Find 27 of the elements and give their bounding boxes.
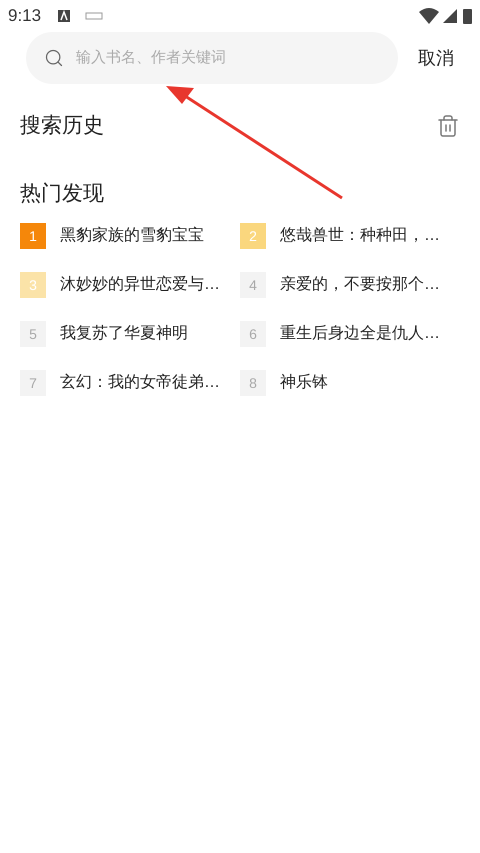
status-time: 9:13 — [8, 5, 42, 28]
search-field[interactable]: 输入书名、作者关键词 — [26, 32, 398, 84]
rank-badge: 7 — [20, 370, 46, 396]
rank-badge: 8 — [240, 370, 266, 396]
cancel-button[interactable]: 取消 — [418, 44, 454, 72]
rank-badge: 6 — [240, 321, 266, 347]
trash-button[interactable] — [436, 114, 460, 138]
rank-badge: 3 — [20, 272, 46, 298]
signal-icon — [443, 9, 457, 23]
section-title: 搜索历史 — [20, 113, 104, 139]
rank-badge: 4 — [240, 272, 266, 298]
search-icon — [44, 48, 64, 68]
rank-badge: 2 — [240, 223, 266, 249]
section-title: 热门发现 — [20, 182, 104, 204]
rank-badge: 1 — [20, 223, 46, 249]
search-input[interactable]: 输入书名、作者关键词 — [76, 46, 380, 70]
book-title[interactable]: 神乐钵 — [280, 371, 328, 395]
wifi-icon — [419, 8, 439, 24]
book-title[interactable]: 我复苏了华夏神明 — [60, 322, 188, 346]
book-title[interactable]: 悠哉兽世：种种田，… — [280, 224, 440, 248]
book-title[interactable]: 沐妙妙的异世恋爱与… — [60, 273, 220, 297]
rank-badge: 5 — [20, 321, 46, 347]
book-title[interactable]: 玄幻：我的女帝徒弟… — [60, 371, 220, 395]
book-title[interactable]: 亲爱的，不要按那个… — [280, 273, 440, 297]
book-title[interactable]: 黑豹家族的雪豹宝宝 — [60, 224, 204, 248]
book-title[interactable]: 重生后身边全是仇人… — [280, 322, 440, 346]
battery-icon — [463, 8, 472, 24]
